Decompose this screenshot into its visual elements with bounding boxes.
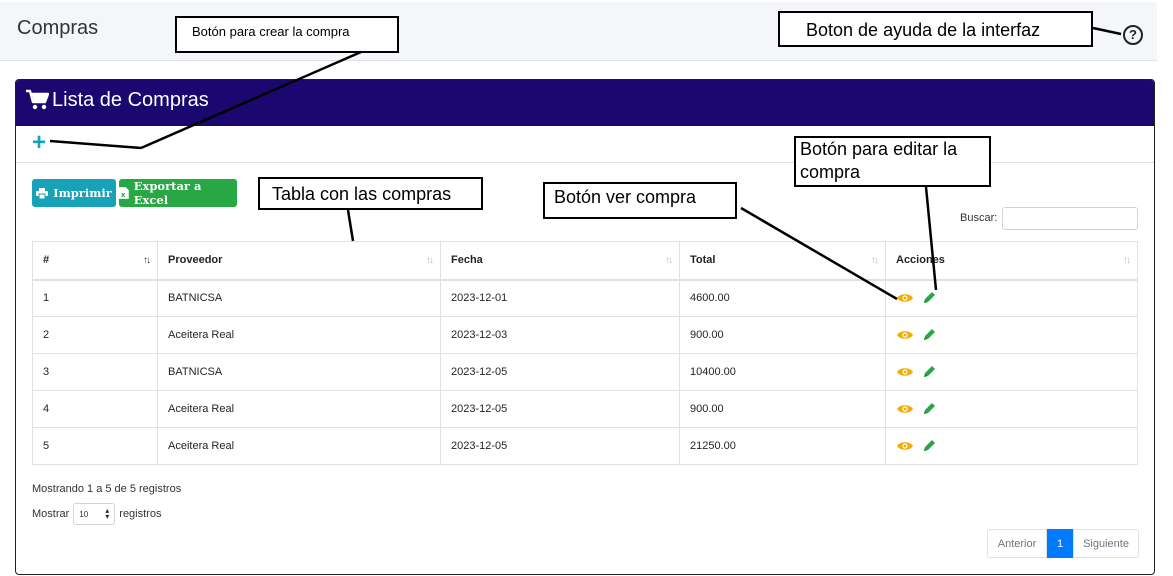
show-label: Mostrar [32, 508, 70, 520]
cell-total: 10400.00 [679, 353, 886, 391]
cell-date: 2023-12-03 [440, 316, 680, 354]
column-label: Proveedor [168, 254, 223, 267]
eye-icon[interactable] [896, 366, 914, 378]
eye-icon[interactable] [896, 292, 914, 304]
sort-icon: ↑↓ [871, 255, 879, 266]
pencil-icon[interactable] [922, 328, 936, 342]
cell-date: 2023-12-05 [440, 353, 680, 391]
cell-total: 900.00 [679, 390, 886, 428]
annotation-create-button: Botón para crear la compra [175, 16, 399, 53]
column-header-date[interactable]: Fecha ↑↓ [440, 241, 680, 281]
annotation-edit-button: Botón para editar la compra [794, 136, 991, 187]
pencil-icon[interactable] [922, 439, 936, 453]
page-length-select[interactable]: 10 ▴ ▾ [73, 503, 116, 525]
add-purchase-button[interactable]: + [32, 131, 46, 155]
eye-icon[interactable] [896, 403, 914, 415]
cell-actions [885, 316, 1138, 354]
column-header-number[interactable]: # ↑↓ [32, 241, 158, 281]
table-row: 2 Aceitera Real 2023-12-03 900.00 [32, 316, 1138, 354]
column-header-provider[interactable]: Proveedor ↑↓ [157, 241, 441, 281]
page-length-value: 10 [79, 509, 89, 519]
annotation-view-button: Botón ver compra [543, 182, 737, 219]
sort-icon: ↑↓ [665, 255, 673, 266]
cell-provider: Aceitera Real [157, 427, 441, 465]
column-label: Fecha [451, 254, 483, 267]
column-label: Total [690, 254, 716, 267]
cell-number: 4 [32, 390, 158, 428]
column-label: # [43, 254, 50, 267]
search-label: Buscar: [960, 212, 998, 224]
column-label: Acciones [896, 254, 945, 267]
table-row: 1 BATNICSA 2023-12-01 4600.00 [32, 279, 1138, 317]
pencil-icon[interactable] [922, 291, 936, 305]
excel-file-icon: x [119, 187, 129, 199]
page-length-control: Mostrar 10 ▴ ▾ registros [32, 503, 161, 525]
annotation-table: Tabla con las compras [258, 177, 483, 210]
sort-icon: ↑↓ [1123, 255, 1131, 266]
cell-number: 2 [32, 316, 158, 354]
table-info: Mostrando 1 a 5 de 5 registros [32, 483, 182, 495]
column-header-total[interactable]: Total ↑↓ [679, 241, 886, 281]
purchases-table: # ↑↓ Proveedor ↑↓ Fecha ↑↓ Total ↑↓ Acciones… [32, 241, 1138, 465]
pencil-icon[interactable] [922, 402, 936, 416]
cell-provider: BATNICSA [157, 279, 441, 317]
cell-total: 21250.00 [679, 427, 886, 465]
print-label: Imprimir [53, 186, 112, 200]
sort-icon: ↑↓ [426, 255, 434, 266]
cell-total: 900.00 [679, 316, 886, 354]
cell-number: 5 [32, 427, 158, 465]
cell-number: 1 [32, 279, 158, 317]
cell-provider: BATNICSA [157, 353, 441, 391]
sort-icon: ↑↓ [143, 255, 151, 266]
card-title: Lista de Compras [52, 89, 209, 111]
cell-actions [885, 427, 1138, 465]
next-page-button[interactable]: Siguiente [1073, 529, 1139, 558]
cell-date: 2023-12-05 [440, 427, 680, 465]
excel-label: Exportar a Excel [133, 179, 202, 207]
cell-provider: Aceitera Real [157, 390, 441, 428]
cell-date: 2023-12-01 [440, 279, 680, 317]
select-arrows-icon: ▴ ▾ [105, 506, 110, 521]
printer-icon [36, 187, 49, 199]
help-question-icon[interactable]: ? [1123, 25, 1143, 45]
cell-total: 4600.00 [679, 279, 886, 317]
page-1-button[interactable]: 1 [1047, 529, 1073, 558]
svg-text:x: x [121, 191, 126, 199]
cell-actions [885, 279, 1138, 317]
table-row: 3 BATNICSA 2023-12-05 10400.00 [32, 353, 1138, 391]
card-header: Lista de Compras [16, 80, 1154, 126]
cell-actions [885, 390, 1138, 428]
shopping-cart-icon [26, 89, 49, 110]
search-input[interactable] [1002, 207, 1138, 230]
pagination: Anterior 1 Siguiente [987, 529, 1139, 558]
cell-date: 2023-12-05 [440, 390, 680, 428]
eye-icon[interactable] [896, 329, 914, 341]
page-title: Compras [17, 17, 99, 39]
eye-icon[interactable] [896, 440, 914, 452]
pencil-icon[interactable] [922, 365, 936, 379]
cell-provider: Aceitera Real [157, 316, 441, 354]
previous-page-button[interactable]: Anterior [987, 529, 1047, 558]
cell-number: 3 [32, 353, 158, 391]
table-row: 4 Aceitera Real 2023-12-05 900.00 [32, 390, 1138, 428]
table-header-row: # ↑↓ Proveedor ↑↓ Fecha ↑↓ Total ↑↓ Acciones… [32, 241, 1138, 281]
records-label: registros [119, 508, 162, 520]
annotation-help-button: Boton de ayuda de la interfaz [778, 11, 1093, 47]
cell-actions [885, 353, 1138, 391]
column-header-actions[interactable]: Acciones ↑↓ [885, 241, 1138, 281]
print-button[interactable]: Imprimir [32, 179, 116, 207]
table-row: 5 Aceitera Real 2023-12-05 21250.00 [32, 427, 1138, 465]
export-excel-button[interactable]: x Exportar a Excel [119, 179, 237, 207]
